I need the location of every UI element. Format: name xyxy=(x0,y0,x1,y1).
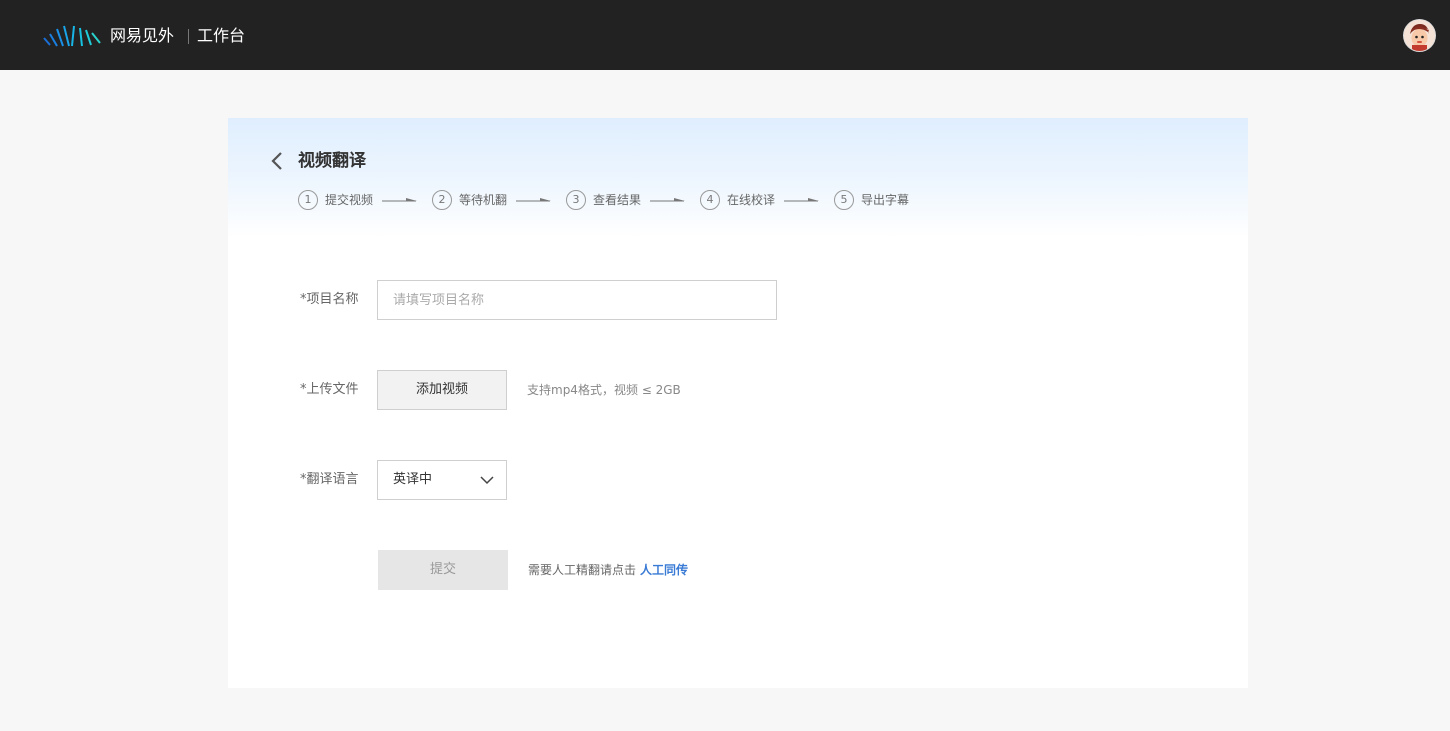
brand-name[interactable]: 网易见外 xyxy=(110,25,174,47)
step-label: 导出字幕 xyxy=(861,193,910,207)
user-avatar[interactable] xyxy=(1404,20,1435,51)
step-number: 3 xyxy=(566,190,586,210)
step-label: 在线校译 xyxy=(727,193,776,207)
chevron-down-icon xyxy=(480,476,494,485)
step-number: 1 xyxy=(298,190,318,210)
manual-note-text: 需要人工精翻请点击 xyxy=(528,563,637,577)
upload-hint: 支持mp4格式，视频 ≤ 2GB xyxy=(527,383,681,397)
arrow-right-icon xyxy=(516,198,551,202)
step-number: 5 xyxy=(834,190,854,210)
chevron-left-icon[interactable] xyxy=(270,151,284,171)
add-video-button[interactable]: 添加视频 xyxy=(377,370,507,410)
avatar-face-icon xyxy=(1404,20,1435,51)
workspace-label[interactable]: 工作台 xyxy=(197,25,245,47)
upload-label: *上传文件 xyxy=(300,382,359,397)
project-name-label: *项目名称 xyxy=(300,292,359,307)
waveform-logo-icon[interactable] xyxy=(42,25,104,47)
submit-button[interactable]: 提交 xyxy=(378,550,508,590)
step-label: 查看结果 xyxy=(593,193,642,207)
step-number: 4 xyxy=(700,190,720,210)
arrow-right-icon xyxy=(650,198,685,202)
card-header xyxy=(228,118,1248,238)
step-label: 提交视频 xyxy=(325,193,374,207)
page-title: 视频翻译 xyxy=(298,151,366,171)
language-label: *翻译语言 xyxy=(300,472,359,487)
manual-translation-note: 需要人工精翻请点击 人工同传 xyxy=(528,560,688,580)
project-name-input[interactable] xyxy=(377,280,777,320)
language-select[interactable]: 英译中 xyxy=(377,460,507,500)
language-selected-value: 英译中 xyxy=(393,472,433,487)
manual-translation-link[interactable]: 人工同传 xyxy=(640,563,688,577)
arrow-right-icon xyxy=(382,198,417,202)
step-label: 等待机翻 xyxy=(459,193,508,207)
header-divider xyxy=(188,29,189,44)
step-number: 2 xyxy=(432,190,452,210)
arrow-right-icon xyxy=(784,198,819,202)
main-card: 视频翻译 1 提交视频 2 等待机翻 3 查看结果 4 在线校译 5 导出字幕 … xyxy=(228,118,1248,688)
top-bar: 网易见外 工作台 xyxy=(0,0,1450,70)
